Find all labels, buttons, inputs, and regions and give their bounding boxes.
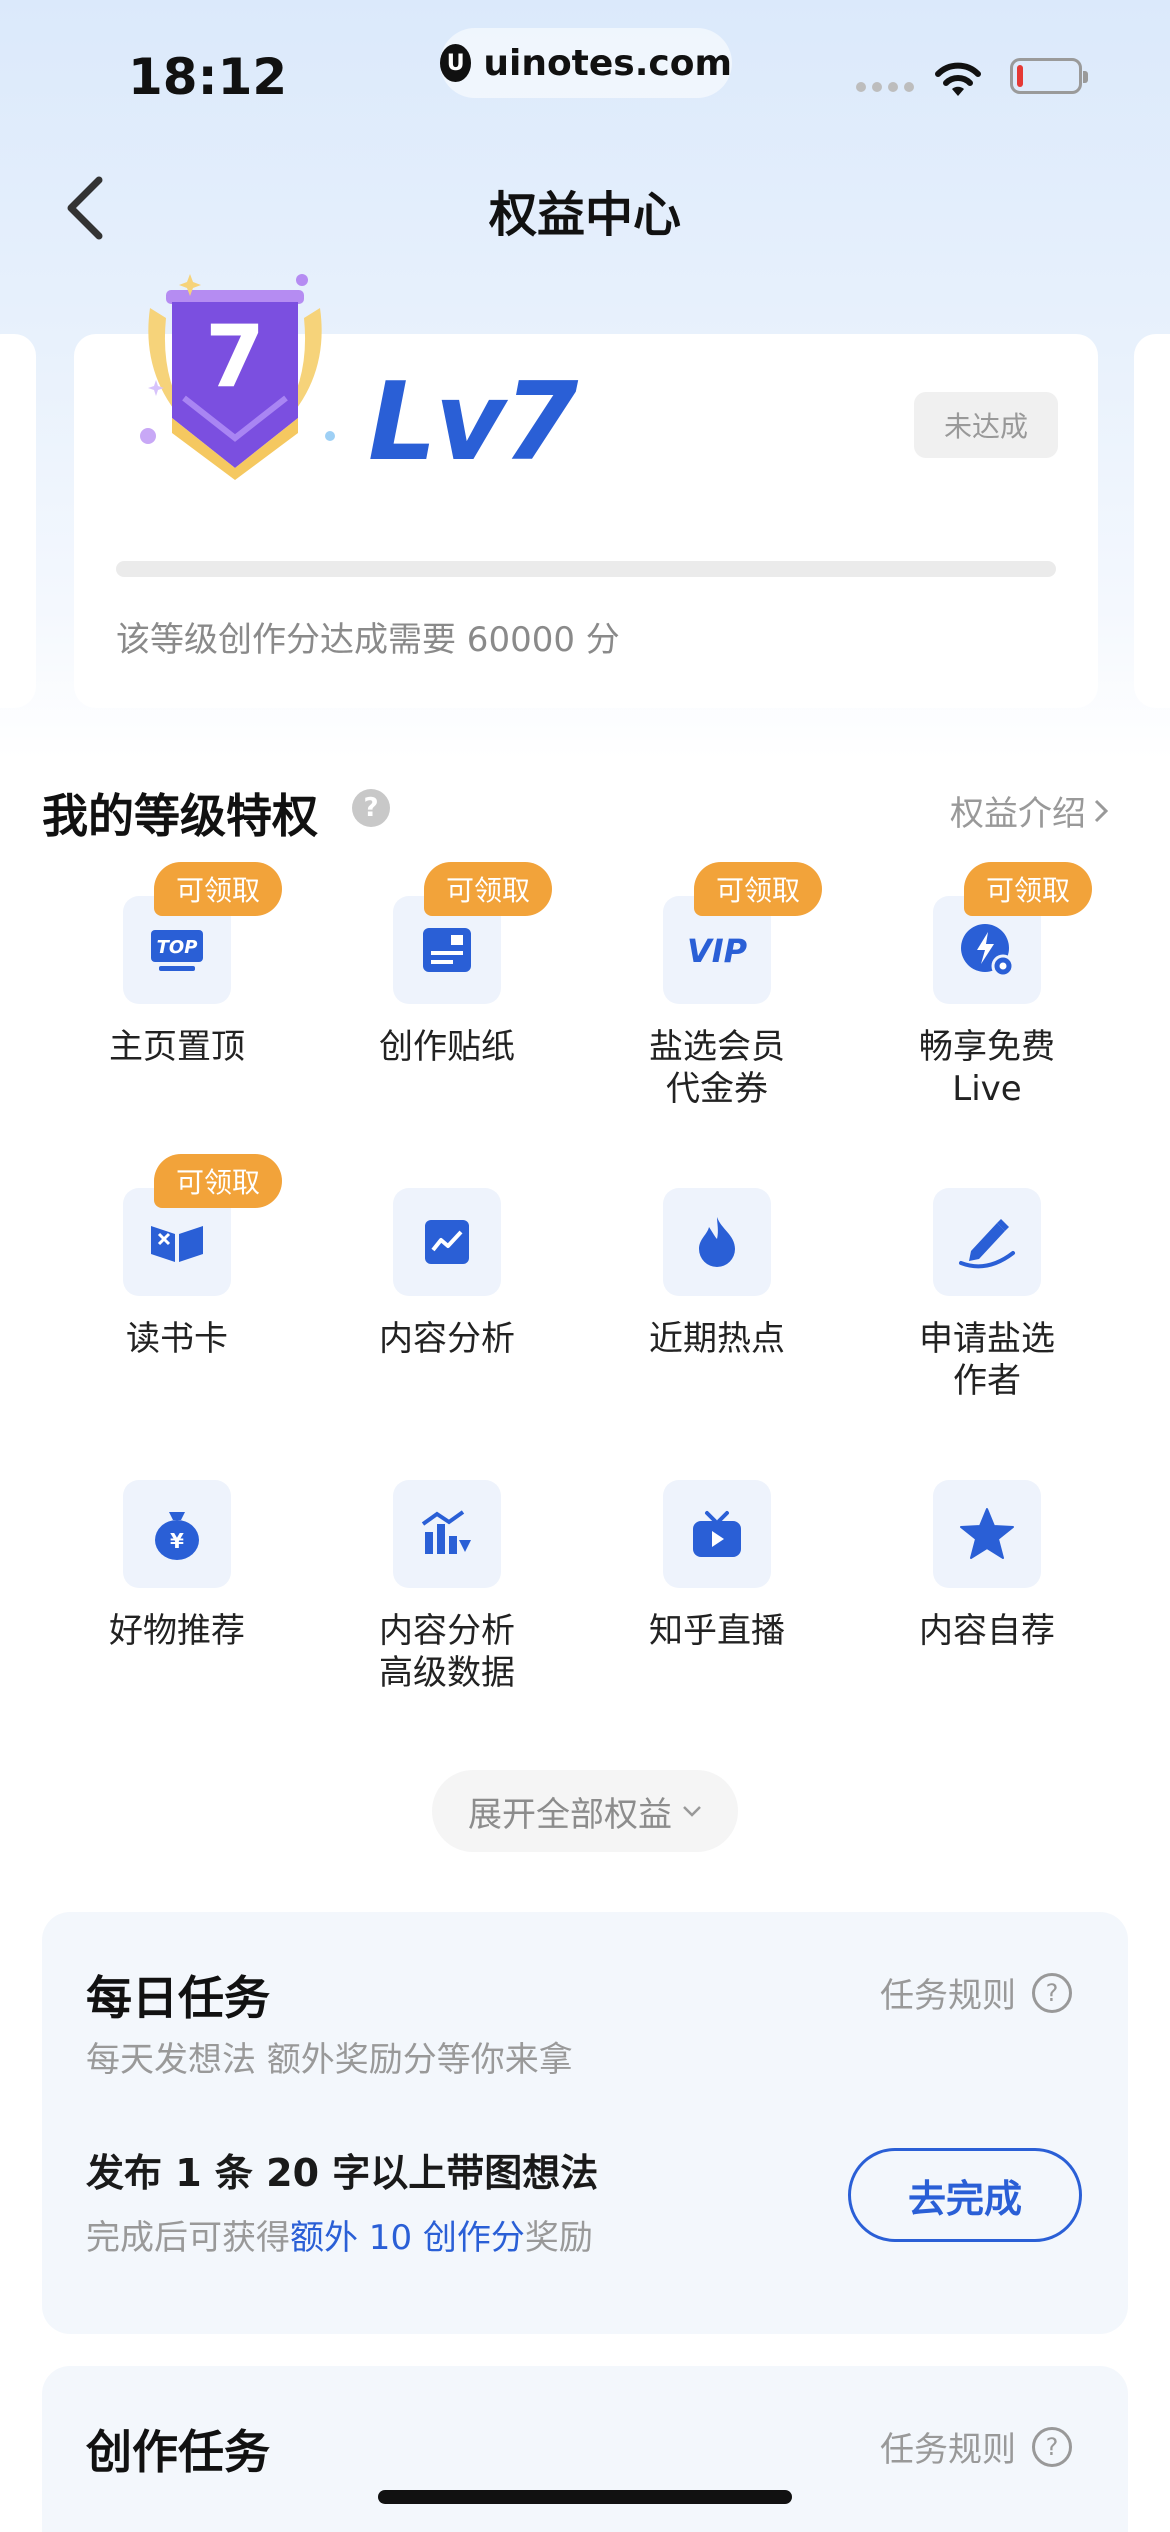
- privilege-label: 内容自荐: [919, 1611, 1055, 1651]
- star-icon: [933, 1480, 1041, 1588]
- chevron-down-icon: [683, 1806, 701, 1817]
- expand-privileges-button[interactable]: 展开全部权益: [432, 1770, 738, 1852]
- privilege-item[interactable]: 可领取读书卡: [42, 1154, 312, 1448]
- privilege-item[interactable]: 可领取创作贴纸: [312, 862, 582, 1156]
- money-bag-icon: ¥: [123, 1480, 231, 1588]
- privilege-label: 好物推荐: [109, 1611, 245, 1651]
- svg-text:TOP: TOP: [157, 937, 198, 958]
- creation-task-rules-link[interactable]: 任务规则 ?: [880, 2422, 1072, 2471]
- analytics-icon: [393, 1188, 501, 1296]
- privilege-label: 畅享免费 Live: [919, 1027, 1055, 1109]
- privilege-item[interactable]: 内容分析: [312, 1188, 582, 1448]
- level-requirement-text: 该等级创作分达成需要 60000 分: [116, 620, 620, 660]
- status-time: 18:12: [128, 48, 288, 106]
- battery-icon: [1010, 58, 1088, 94]
- pen-icon: [933, 1188, 1041, 1296]
- claimable-badge: 可领取: [424, 862, 552, 916]
- level-status-badge: 未达成: [914, 392, 1058, 458]
- privilege-label: 主页置顶: [109, 1027, 245, 1067]
- daily-task-title: 每日任务: [86, 1971, 270, 2025]
- privilege-item[interactable]: VIP 可领取盐选会员 代金券: [582, 862, 852, 1156]
- claimable-badge: 可领取: [154, 862, 282, 916]
- advanced-chart-icon: [393, 1480, 501, 1588]
- svg-text:¥: ¥: [170, 1529, 184, 1553]
- flame-icon: [663, 1188, 771, 1296]
- privilege-item[interactable]: TOP 可领取主页置顶: [42, 862, 312, 1156]
- url-text: uinotes.com: [483, 42, 732, 84]
- level-name: Lv7: [368, 360, 578, 485]
- privilege-item[interactable]: 申请盐选 作者: [852, 1188, 1122, 1448]
- svg-text:VIP: VIP: [687, 932, 748, 970]
- claimable-badge: 可领取: [964, 862, 1092, 916]
- tv-icon: [663, 1480, 771, 1588]
- privilege-label: 申请盐选 作者: [919, 1319, 1055, 1401]
- badge-number: 7: [205, 307, 265, 407]
- privilege-label: 读书卡: [126, 1319, 228, 1359]
- question-icon: ?: [1032, 1972, 1072, 2013]
- wifi-icon: [932, 58, 984, 102]
- privileges-title: 我的等级特权: [42, 789, 318, 843]
- cellular-signal-icon: [856, 82, 914, 92]
- daily-task-card: 每日任务 任务规则 ? 每天发想法 额外奖励分等你来拿 发布 1 条 20 字以…: [42, 1912, 1128, 2334]
- privilege-label: 盐选会员 代金券: [649, 1027, 785, 1109]
- question-icon: ?: [1032, 2426, 1072, 2467]
- complete-task-button[interactable]: 去完成: [848, 2148, 1082, 2242]
- privilege-item[interactable]: ¥ 好物推荐: [42, 1480, 312, 1740]
- daily-task-subtitle: 每天发想法 额外奖励分等你来拿: [86, 2040, 573, 2080]
- home-indicator: [378, 2490, 792, 2504]
- next-level-card[interactable]: [1134, 334, 1170, 708]
- privilege-label: 内容分析: [379, 1319, 515, 1359]
- chevron-right-icon: [1094, 799, 1108, 822]
- rules-label: 任务规则: [880, 1976, 1016, 2016]
- creation-task-card: 创作任务 任务规则 ?: [42, 2366, 1128, 2532]
- privilege-item[interactable]: 内容自荐: [852, 1480, 1122, 1740]
- privilege-item[interactable]: 可领取畅享免费 Live: [852, 862, 1122, 1156]
- privilege-label: 近期热点: [649, 1319, 785, 1359]
- privilege-item[interactable]: 知乎直播: [582, 1480, 852, 1740]
- claimable-badge: 可领取: [154, 1154, 282, 1208]
- task-item-title: 发布 1 条 20 字以上带图想法: [86, 2151, 599, 2195]
- daily-task-rules-link[interactable]: 任务规则 ?: [880, 1968, 1072, 2017]
- privilege-label: 知乎直播: [649, 1611, 785, 1651]
- privileges-intro-link[interactable]: 权益介绍: [950, 786, 1108, 835]
- expand-label: 展开全部权益: [468, 1794, 672, 1835]
- site-logo-icon: U: [440, 44, 472, 82]
- privilege-label: 内容分析 高级数据: [379, 1611, 515, 1693]
- url-pill[interactable]: U uinotes.com: [440, 28, 732, 98]
- privilege-item[interactable]: 近期热点: [582, 1188, 852, 1448]
- privilege-item[interactable]: 内容分析 高级数据: [312, 1480, 582, 1740]
- privilege-label: 创作贴纸: [379, 1027, 515, 1067]
- task-item-desc: 完成后可获得额外 10 创作分奖励: [86, 2218, 593, 2258]
- claimable-badge: 可领取: [694, 862, 822, 916]
- prev-level-card[interactable]: [0, 334, 36, 708]
- rules-label: 任务规则: [880, 2430, 1016, 2470]
- reward-highlight: 额外 10 创作分: [290, 2218, 525, 2258]
- page-title: 权益中心: [488, 187, 681, 243]
- level-progress-bar: [116, 561, 1056, 577]
- creation-task-title: 创作任务: [86, 2425, 270, 2479]
- level-badge-icon: 7: [130, 268, 340, 488]
- help-icon[interactable]: ?: [352, 789, 390, 827]
- privileges-intro-label: 权益介绍: [950, 794, 1086, 834]
